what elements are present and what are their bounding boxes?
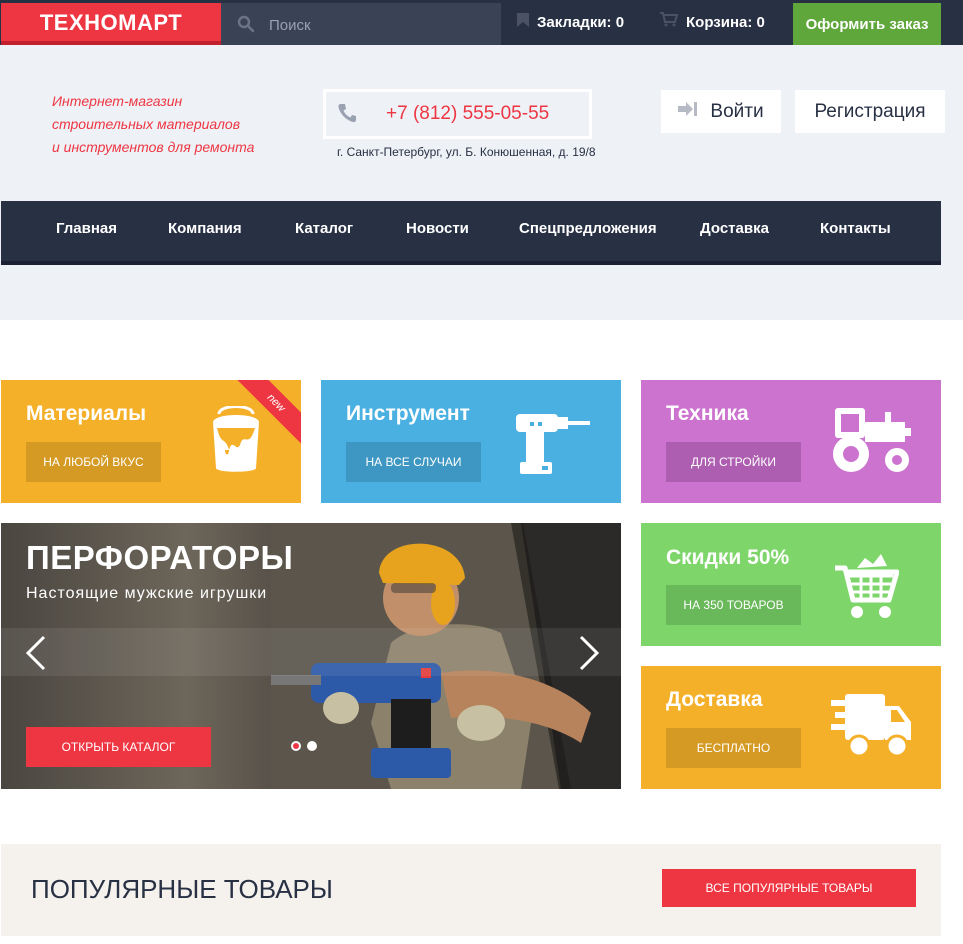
truck-icon xyxy=(831,694,913,765)
tractor-icon xyxy=(831,408,913,479)
phone-number[interactable]: +7 (812) 555-05-55 xyxy=(386,103,549,125)
hero-slider: ПЕРФОРАТОРЫ Настоящие мужские игрушки ОТ… xyxy=(1,523,621,789)
tile-machines[interactable]: Техника ДЛЯ СТРОЙКИ xyxy=(641,380,941,503)
all-popular-button[interactable]: ВСЕ ПОПУЛЯРНЫЕ ТОВАРЫ xyxy=(662,869,916,907)
popular-title: ПОПУЛЯРНЫЕ ТОВАРЫ xyxy=(31,874,333,904)
address: г. Санкт-Петербург, ул. Б. Конюшенная, д… xyxy=(337,145,596,159)
tile-tools[interactable]: Инструмент НА ВСЕ СЛУЧАИ xyxy=(321,380,621,503)
main-nav: Главная Компания Каталог Новости Спецпре… xyxy=(1,201,941,265)
bookmarks-label: Закладки: 0 xyxy=(537,14,625,31)
nav-item-offers[interactable]: Спецпредложения xyxy=(519,220,657,237)
nav-item-catalog[interactable]: Каталог xyxy=(295,220,353,237)
top-bar: ТЕХНОМАРТ Закладки: 0 Корзина: 0 Оформит… xyxy=(0,0,963,45)
cart-link[interactable]: Корзина: 0 xyxy=(660,12,765,34)
tile-button[interactable]: НА ЛЮБОЙ ВКУС xyxy=(26,442,161,482)
login-icon xyxy=(678,101,698,123)
tile-delivery[interactable]: Доставка БЕСПЛАТНО xyxy=(641,666,941,789)
tile-button[interactable]: НА 350 ТОВАРОВ xyxy=(666,585,801,625)
slider-title: ПЕРФОРАТОРЫ xyxy=(26,539,294,576)
login-label: Войти xyxy=(710,100,764,122)
cart-icon xyxy=(835,550,900,625)
search-input[interactable] xyxy=(269,13,469,37)
tile-title: Доставка xyxy=(666,688,763,711)
phone-box: +7 (812) 555-05-55 xyxy=(323,89,592,139)
phone-icon xyxy=(338,103,356,128)
tile-sale[interactable]: Скидки 50% НА 350 ТОВАРОВ xyxy=(641,523,941,646)
popular-section: ПОПУЛЯРНЫЕ ТОВАРЫ ВСЕ ПОПУЛЯРНЫЕ ТОВАРЫ xyxy=(1,844,941,936)
tile-title: Техника xyxy=(666,402,749,425)
search-icon[interactable] xyxy=(237,15,255,38)
tile-title: Скидки 50% xyxy=(666,546,790,569)
tagline-line: Интернет-магазин xyxy=(52,93,183,109)
slider-prev-icon[interactable] xyxy=(25,635,47,676)
tile-materials[interactable]: Материалы НА ЛЮБОЙ ВКУС new xyxy=(1,380,301,503)
nav-item-news[interactable]: Новости xyxy=(406,220,469,237)
logo[interactable]: ТЕХНОМАРТ xyxy=(1,3,221,45)
tile-button[interactable]: БЕСПЛАТНО xyxy=(666,728,801,768)
slider-band xyxy=(1,628,621,676)
login-button[interactable]: Войти xyxy=(661,90,781,133)
tagline-line: строительных материалов xyxy=(52,116,241,132)
tile-title: Материалы xyxy=(26,402,147,425)
bookmark-icon xyxy=(517,12,529,34)
nav-item-home[interactable]: Главная xyxy=(56,220,117,237)
header xyxy=(0,45,963,320)
slider-subtitle: Настоящие мужские игрушки xyxy=(26,585,268,602)
tagline-line: и инструментов для ремонта xyxy=(52,139,255,155)
slider-dot[interactable] xyxy=(307,741,317,751)
register-button[interactable]: Регистрация xyxy=(795,90,945,133)
cart-small-icon xyxy=(660,12,679,34)
tile-button[interactable]: ДЛЯ СТРОЙКИ xyxy=(666,442,801,482)
paint-bucket-icon xyxy=(211,405,261,479)
cart-label: Корзина: 0 xyxy=(686,14,765,31)
drill-icon xyxy=(516,410,594,481)
tagline: Интернет-магазин строительных материалов… xyxy=(52,90,254,159)
search-bar xyxy=(221,3,501,45)
slider-dot[interactable] xyxy=(291,741,301,751)
slider-dots xyxy=(291,741,317,751)
tile-button[interactable]: НА ВСЕ СЛУЧАИ xyxy=(346,442,481,482)
slider-next-icon[interactable] xyxy=(578,635,600,676)
tile-title: Инструмент xyxy=(346,402,470,425)
open-catalog-button[interactable]: ОТКРЫТЬ КАТАЛОГ xyxy=(26,727,211,767)
nav-item-contacts[interactable]: Контакты xyxy=(820,220,891,237)
nav-item-company[interactable]: Компания xyxy=(168,220,242,237)
bookmarks-link[interactable]: Закладки: 0 xyxy=(517,12,624,34)
order-button[interactable]: Оформить заказ xyxy=(793,3,941,45)
nav-item-delivery[interactable]: Доставка xyxy=(700,220,769,237)
